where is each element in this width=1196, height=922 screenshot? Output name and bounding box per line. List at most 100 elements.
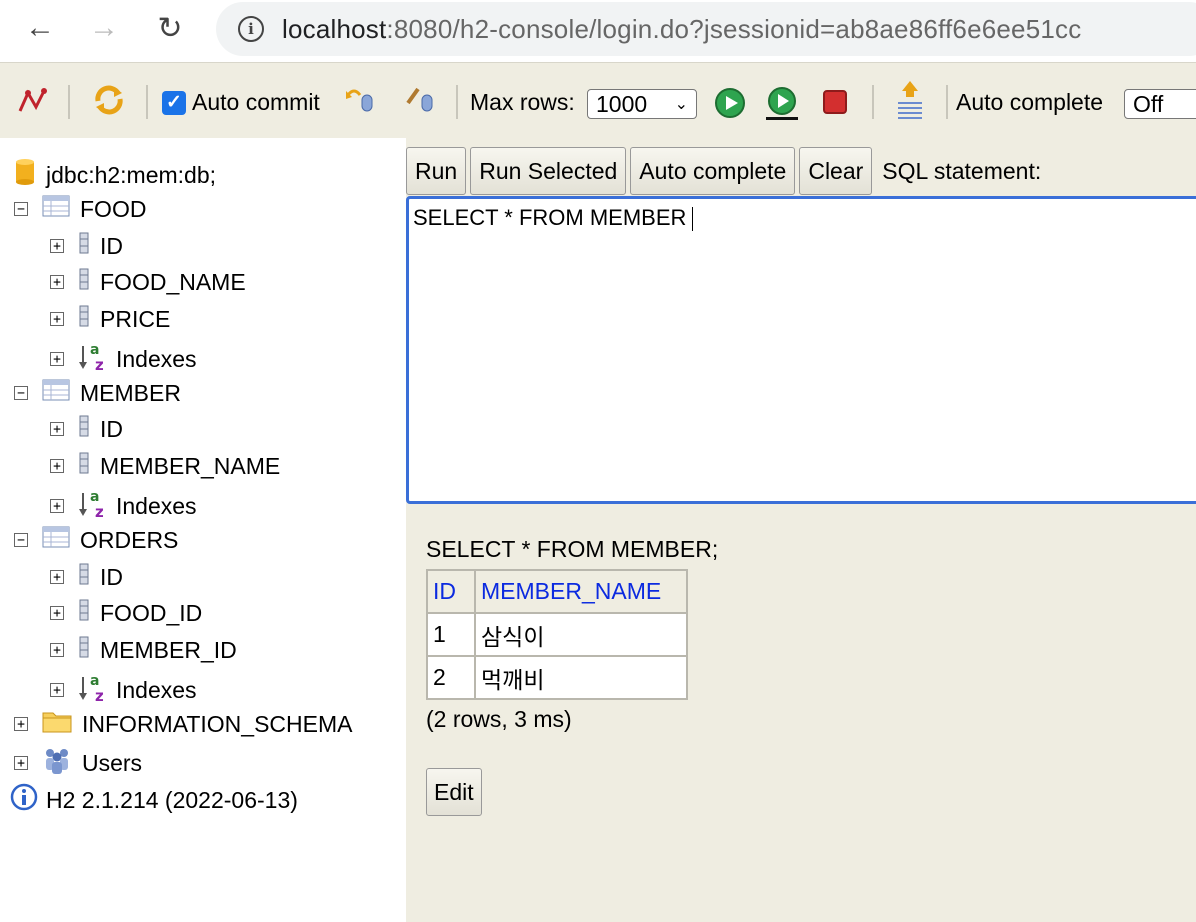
svg-text:z: z bbox=[95, 503, 104, 519]
table-cell: 2 bbox=[426, 655, 476, 700]
text-caret bbox=[692, 207, 694, 232]
expand-icon[interactable]: + bbox=[50, 312, 64, 326]
clear-button[interactable]: Clear bbox=[799, 147, 873, 195]
editor-buttons: Run Run Selected Auto complete Clear SQL… bbox=[406, 146, 1041, 196]
rollback-icon[interactable] bbox=[344, 85, 378, 115]
row-count-info: (2 rows, 3 ms) bbox=[426, 706, 572, 732]
table-cell: 삼식이 bbox=[474, 612, 688, 657]
tree-indexes[interactable]: + a z Indexes bbox=[50, 340, 197, 378]
expand-icon[interactable]: + bbox=[50, 422, 64, 436]
sql-editor[interactable]: SELECT * FROM MEMBER bbox=[406, 196, 1196, 504]
tree-schema-node[interactable]: + INFORMATION_SCHEMA bbox=[14, 709, 352, 739]
collapse-icon[interactable]: − bbox=[14, 202, 28, 216]
result-table: ID MEMBER_NAME 1 삼식이 2 먹깨비 bbox=[426, 569, 688, 700]
column-icon bbox=[78, 305, 90, 333]
tree-column[interactable]: + MEMBER_NAME bbox=[50, 452, 280, 480]
collapse-icon[interactable]: − bbox=[14, 386, 28, 400]
tree-indexes[interactable]: + a z Indexes bbox=[50, 671, 197, 709]
svg-text:z: z bbox=[95, 356, 104, 372]
run-button[interactable]: Run bbox=[406, 147, 467, 195]
tree-version-node: H2 2.1.214 (2022-06-13) bbox=[10, 783, 298, 817]
sort-az-icon: az bbox=[78, 671, 110, 709]
collapse-icon[interactable]: − bbox=[14, 533, 28, 547]
main-panel: Run Run Selected Auto complete Clear SQL… bbox=[406, 138, 1196, 922]
expand-icon[interactable]: + bbox=[50, 275, 64, 289]
tree-column[interactable]: + ID bbox=[50, 563, 123, 591]
result-area: SELECT * FROM MEMBER; ID MEMBER_NAME 1 삼… bbox=[426, 536, 718, 733]
chevron-down-icon: ⌄ bbox=[674, 96, 688, 113]
tree-table-orders[interactable]: − ORDERS bbox=[14, 526, 178, 554]
back-arrow-icon[interactable]: ← bbox=[24, 11, 56, 44]
folder-icon bbox=[42, 709, 72, 739]
disconnect-icon[interactable] bbox=[16, 85, 48, 117]
column-icon bbox=[78, 452, 90, 480]
table-icon bbox=[42, 379, 70, 407]
auto-complete-button[interactable]: Auto complete bbox=[630, 147, 796, 195]
tree-column[interactable]: + ID bbox=[50, 232, 123, 260]
tree-indexes[interactable]: + a z Indexes bbox=[50, 487, 197, 525]
max-rows-control: Max rows: bbox=[470, 89, 575, 115]
table-cell: 먹깨비 bbox=[474, 655, 688, 700]
table-cell: 1 bbox=[426, 612, 476, 657]
tree-column[interactable]: + FOOD_NAME bbox=[50, 268, 246, 296]
edit-button[interactable]: Edit bbox=[426, 768, 482, 816]
h2-toolbar: ✓ Auto commit Max rows: 1000 ⌄ Auto compl… bbox=[0, 62, 1196, 139]
tree-table-member[interactable]: − MEMBER bbox=[14, 379, 181, 407]
tree-db-node[interactable]: jdbc:h2:mem:db; bbox=[14, 158, 216, 192]
reload-icon[interactable]: ↻ bbox=[154, 12, 186, 45]
sql-statement-label: SQL statement: bbox=[882, 157, 1042, 184]
url-text: localhost:8080/h2-console/login.do?jsess… bbox=[282, 14, 1082, 44]
tree-column[interactable]: + PRICE bbox=[50, 305, 170, 333]
column-icon bbox=[78, 415, 90, 443]
column-icon bbox=[78, 563, 90, 591]
expand-icon[interactable]: + bbox=[50, 683, 64, 697]
history-icon[interactable] bbox=[896, 79, 924, 121]
forward-arrow-icon[interactable]: → bbox=[88, 11, 120, 44]
column-icon bbox=[78, 599, 90, 627]
expand-icon[interactable]: + bbox=[50, 239, 64, 253]
auto-commit-checkbox[interactable]: ✓ Auto commit bbox=[162, 89, 320, 116]
expand-icon[interactable]: + bbox=[50, 606, 64, 620]
stop-icon[interactable] bbox=[822, 89, 848, 115]
column-icon bbox=[78, 636, 90, 664]
table-row: 2 먹깨비 bbox=[426, 655, 688, 700]
tree-users-node[interactable]: + Users bbox=[14, 746, 142, 780]
max-rows-select[interactable]: 1000 ⌄ bbox=[587, 89, 697, 119]
result-statement: SELECT * FROM MEMBER; bbox=[426, 536, 719, 562]
table-header-row: ID MEMBER_NAME bbox=[426, 569, 688, 614]
users-icon bbox=[42, 746, 72, 780]
column-header[interactable]: ID bbox=[426, 569, 476, 614]
refresh-icon[interactable] bbox=[92, 83, 126, 117]
expand-icon[interactable]: + bbox=[50, 459, 64, 473]
run-icon[interactable] bbox=[714, 87, 746, 119]
column-icon bbox=[78, 232, 90, 260]
run-selected-button[interactable]: Run Selected bbox=[470, 147, 627, 195]
expand-icon[interactable]: + bbox=[14, 756, 28, 770]
table-icon bbox=[42, 526, 70, 554]
column-header[interactable]: MEMBER_NAME bbox=[474, 569, 688, 614]
database-icon bbox=[14, 158, 36, 192]
schema-tree: jdbc:h2:mem:db; − FOOD + ID + FOOD_NAME + P… bbox=[0, 138, 406, 922]
table-row: 1 삼식이 bbox=[426, 612, 688, 657]
column-icon bbox=[78, 268, 90, 296]
expand-icon[interactable]: + bbox=[50, 643, 64, 657]
site-info-icon[interactable]: i bbox=[238, 16, 264, 42]
checkmark-icon: ✓ bbox=[162, 90, 186, 115]
commit-icon[interactable] bbox=[404, 85, 438, 115]
auto-complete-label: Auto complete bbox=[956, 89, 1104, 115]
tree-table-food[interactable]: − FOOD bbox=[14, 195, 146, 223]
tree-column[interactable]: + ID bbox=[50, 415, 123, 443]
info-icon bbox=[10, 783, 38, 817]
auto-complete-select[interactable]: Off bbox=[1124, 89, 1196, 119]
tree-column[interactable]: + MEMBER_ID bbox=[50, 636, 237, 664]
address-bar[interactable]: i localhost:8080/h2-console/login.do?jse… bbox=[216, 2, 1196, 56]
run-selected-icon[interactable] bbox=[764, 85, 800, 121]
sort-az-icon: az bbox=[78, 487, 110, 525]
expand-icon[interactable]: + bbox=[14, 717, 28, 731]
browser-bar: ← → ↻ i localhost:8080/h2-console/login.… bbox=[0, 0, 1196, 62]
expand-icon[interactable]: + bbox=[50, 499, 64, 513]
expand-icon[interactable]: + bbox=[50, 570, 64, 584]
svg-text:z: z bbox=[95, 687, 104, 703]
expand-icon[interactable]: + bbox=[50, 352, 64, 366]
tree-column[interactable]: + FOOD_ID bbox=[50, 599, 202, 627]
